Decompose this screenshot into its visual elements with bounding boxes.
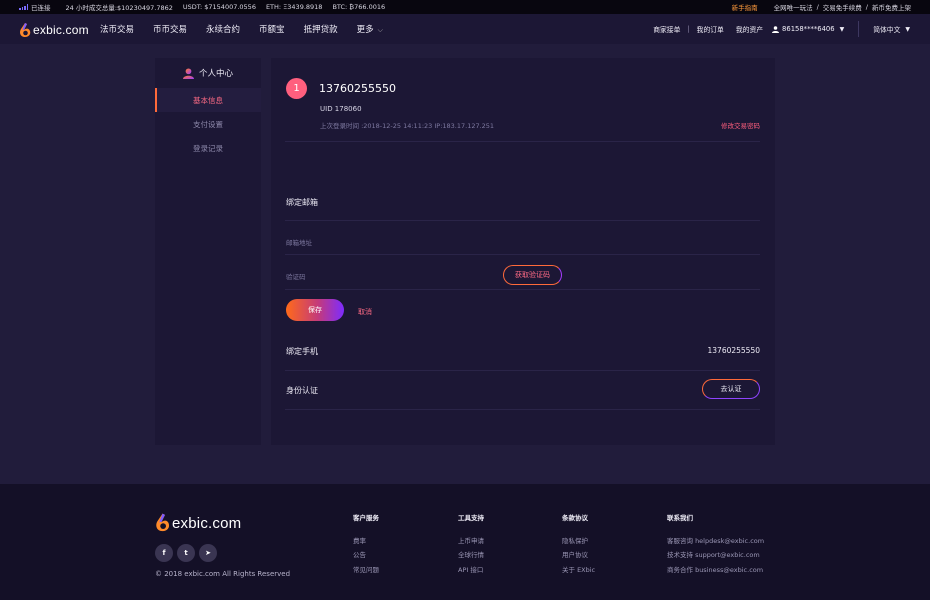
promo-link-1[interactable]: 全网唯一玩法 [774,2,813,12]
footer-col-contact: 联系我们 客服咨询 helpdesk@exbic.com 技术支持 suppor… [667,512,764,578]
divider [285,409,760,410]
last-login-info: 上次登录时间 :2018-12-25 14:11:23 IP:183.17.12… [320,122,495,130]
nav-more-label: 更多 [356,25,374,35]
basic-info-panel: 1 13760255550 UID 178060 上次登录时间 :2018-12… [271,58,775,445]
sidebar-header: 个人中心 [155,58,261,88]
signal-icon [19,4,28,10]
get-code-button[interactable]: 获取验证码 [503,265,562,285]
twitter-icon[interactable]: t [177,544,195,562]
usdt-volume: USDT: $7154007.0556 [182,3,256,11]
sidebar-item-payment-settings[interactable]: 支付设置 [155,112,261,136]
btc-volume: BTC: ₿766.0016 [332,3,386,11]
merchant-orders-link[interactable]: 商家接单 [653,24,680,34]
promo-link-2[interactable]: 交易免手续费 [823,2,862,12]
caret-down-icon: ▼ [905,25,910,33]
profile-phone: 13760255550 [319,82,396,95]
footer-link[interactable]: 客服咨询 helpdesk@exbic.com [667,535,764,550]
connection-status: 已连接 [31,4,51,12]
divider [285,220,760,221]
user-center-icon [182,67,194,79]
bind-phone-value: 13760255550 [707,346,761,355]
volume-24h: 24 小时成交总量:$10230497.7862 [65,4,173,12]
top-info-bar: 已连接 24 小时成交总量:$10230497.7862 USDT: $7154… [0,0,930,14]
nav-fiat-trading[interactable]: 法币交易 [100,23,134,35]
account-menu[interactable]: 86158****6406 ▼ [772,25,844,33]
divider [285,254,760,255]
footer-link[interactable]: 上币申请 [458,535,484,550]
footer-link[interactable]: 费率 [353,535,379,550]
footer-link[interactable]: 常见问题 [353,564,379,579]
nav-divider [858,21,860,37]
nav-loans[interactable]: 抵押贷款 [304,23,338,35]
footer-link[interactable]: 公告 [353,549,379,564]
facebook-icon[interactable]: f [155,544,173,562]
footer-col-title: 联系我们 [667,514,693,522]
logo-icon [156,513,170,532]
footer-col-terms: 条款协议 隐私保护 用户协议 关于 EXbic [562,512,595,578]
promo-link-3[interactable]: 新币免费上架 [872,2,911,12]
telegram-icon[interactable]: ➤ [199,544,217,562]
divider [285,289,760,290]
footer-link[interactable]: 关于 EXbic [562,564,595,579]
footer-link[interactable]: 技术支持 support@exbic.com [667,549,764,564]
verify-identity-button[interactable]: 去认证 [702,379,760,399]
footer-col-tools: 工具支持 上币申请 全球行情 API 接口 [458,512,484,578]
nav-separator: | [687,25,690,33]
modify-trade-password-link[interactable]: 修改交易密码 [721,120,760,130]
footer: exbic.com f t ➤ © 2018 exbic.com All Rig… [0,484,930,600]
footer-col-title: 条款协议 [562,514,588,522]
footer-link[interactable]: 隐私保护 [562,535,595,550]
footer-col-title: 客户服务 [353,514,379,522]
email-address-field[interactable]: 邮箱地址 [286,237,312,247]
nav-coin-trading[interactable]: 币币交易 [153,23,187,35]
bind-phone-label: 绑定手机 [286,347,318,356]
main-nav: exbic.com 法币交易 币币交易 永续合约 币额宝 抵押贷款 更多 ⌵ 商家… [0,14,930,44]
sidebar-title: 个人中心 [198,69,233,79]
profile-uid: UID 178060 [320,105,362,113]
logo-icon [20,22,31,37]
footer-brand-name: exbic.com [172,514,242,532]
personal-center-sidebar: 个人中心 基本信息 支付设置 登录记录 [155,58,261,445]
promo-separator: / [865,3,868,11]
footer-logo[interactable]: exbic.com [155,513,241,533]
cancel-button[interactable]: 取消 [358,307,372,317]
footer-link[interactable]: 商务合作 business@exbic.com [667,564,764,579]
verification-code-field[interactable]: 验证码 [286,271,306,281]
save-button[interactable]: 保存 [286,299,344,321]
footer-link[interactable]: API 接口 [458,564,484,579]
footer-link[interactable]: 全球行情 [458,549,484,564]
promo-separator: / [816,3,819,11]
language-selector[interactable]: 简体中文 ▼ [873,24,910,35]
sidebar-item-login-records[interactable]: 登录记录 [155,136,261,160]
user-icon [772,25,780,33]
my-orders-link[interactable]: 我的订单 [697,24,724,34]
language-label: 简体中文 [873,26,901,34]
footer-col-customer-service: 客户服务 费率 公告 常见问题 [353,512,379,578]
nav-more[interactable]: 更多 ⌵ [357,23,383,35]
avatar: 1 [286,78,307,99]
nav-coin-treasure[interactable]: 币额宝 [259,23,285,35]
nav-perpetual[interactable]: 永续合约 [206,23,240,35]
footer-link[interactable]: 用户协议 [562,549,595,564]
divider [285,370,760,371]
sidebar-item-basic-info[interactable]: 基本信息 [155,88,261,112]
copyright: © 2018 exbic.com All Rights Reserved [155,570,291,578]
brand-logo[interactable]: exbic.com [19,22,89,38]
account-phone: 86158****6406 [782,25,835,33]
footer-col-title: 工具支持 [458,514,484,522]
eth-volume: ETH: Ξ3439.8918 [265,3,323,11]
beginner-guide-link[interactable]: 新手指南 [732,2,758,12]
bind-email-title: 绑定邮箱 [286,198,318,207]
my-assets-link[interactable]: 我的资产 [736,24,763,34]
caret-down-icon: ▼ [839,25,845,33]
divider [285,141,760,142]
identity-verification-label: 身份认证 [286,386,318,395]
brand-name: exbic.com [33,23,89,37]
chevron-down-icon: ⌵ [377,26,383,34]
